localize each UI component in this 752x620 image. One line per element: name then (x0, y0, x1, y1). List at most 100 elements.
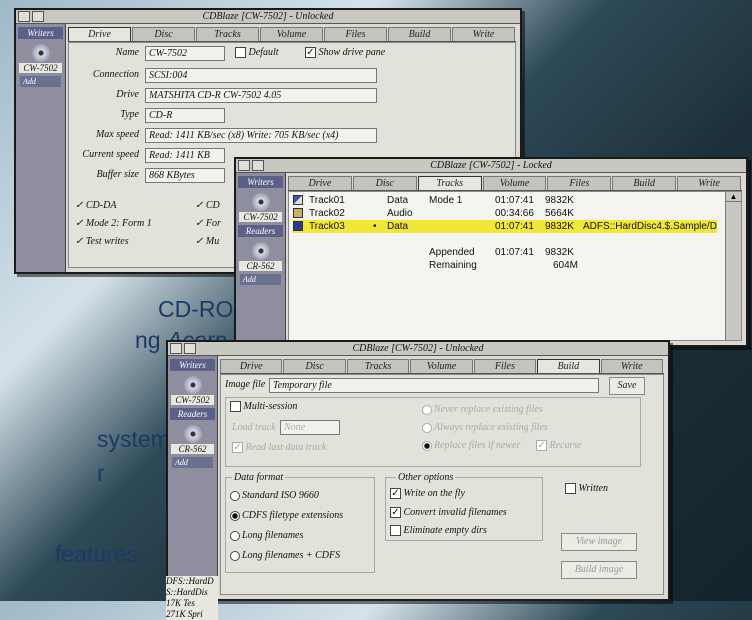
written-option[interactable]: Written (565, 483, 608, 495)
cd-writer-icon[interactable] (31, 44, 50, 62)
build-image-button[interactable]: Build image (561, 561, 637, 579)
format-option[interactable]: Standard ISO 9660 (230, 490, 319, 501)
format-option[interactable]: Long filenames + CDFS (230, 550, 340, 561)
close-icon[interactable] (32, 11, 44, 22)
image-file-label: Image file (225, 379, 266, 390)
format-option[interactable]: Long filenames (230, 530, 303, 541)
window-title: CDBlaze [CW-7502] - Unlocked (352, 343, 484, 354)
writer-drive-label[interactable]: CW-7502 (239, 212, 282, 222)
tab-tracks[interactable]: Tracks (417, 176, 482, 190)
tab-files[interactable]: Files (473, 359, 537, 373)
capability-item: ✓ CD-DA (75, 200, 117, 211)
bg-text-features: features (55, 541, 139, 567)
checkbox[interactable]: ✓ (390, 507, 401, 519)
cd-writer-icon[interactable] (183, 376, 202, 394)
load-track-field[interactable]: None (280, 420, 340, 435)
written-checkbox[interactable] (565, 483, 576, 495)
tab-tracks[interactable]: Tracks (346, 359, 410, 373)
back-icon[interactable] (18, 11, 30, 22)
tab-tracks[interactable]: Tracks (196, 27, 259, 41)
buffer-size-field: 868 KBytes (145, 168, 225, 183)
tab-drive[interactable]: Drive (220, 359, 283, 373)
type-label: Type (120, 109, 139, 120)
always-replace-option[interactable]: Always replace existing files (422, 422, 548, 433)
track-row[interactable]: Track01 Data Mode 1 01:07:41 9832K (293, 194, 717, 207)
replace-if-newer-option[interactable]: Replace files if newer (422, 440, 520, 451)
recurse-option[interactable]: ✓ Recurse (536, 440, 582, 452)
tab-disc[interactable]: Disc (352, 176, 417, 190)
default-option[interactable]: Default (235, 47, 279, 59)
scroll-up-arrow-icon[interactable]: ▲ (726, 192, 741, 202)
tab-build[interactable]: Build (612, 176, 677, 190)
connection-field: SCSI:004 (145, 68, 377, 83)
type-field: CD-R (145, 108, 225, 123)
capability-item: ✓ Mode 2: Form 1 (75, 218, 152, 229)
track-row[interactable]: Track02 Audio 00:34:66 5664K (293, 207, 717, 220)
audio-track-icon (293, 208, 303, 218)
never-replace-option[interactable]: Never replace existing files (422, 404, 543, 415)
tab-write[interactable]: Write (677, 176, 742, 190)
multi-session-checkbox[interactable] (230, 401, 241, 413)
default-label: Default (248, 47, 279, 58)
show-drive-pane-checkbox[interactable]: ✓ (305, 47, 316, 59)
view-image-button[interactable]: View image (561, 533, 637, 551)
tab-write[interactable]: Write (600, 359, 663, 373)
tab-files[interactable]: Files (324, 27, 387, 41)
title-bar[interactable]: CDBlaze [CW-7502] - Locked (236, 159, 746, 173)
tab-files[interactable]: Files (547, 176, 612, 190)
cd-writer-icon[interactable] (251, 193, 270, 211)
close-icon[interactable] (184, 343, 196, 354)
tab-disc[interactable]: Disc (132, 27, 195, 41)
add-button[interactable]: Add (20, 76, 61, 87)
track-row-selected[interactable]: Track03 • Data 01:07:41 9832K ADFS::Hard… (293, 220, 717, 233)
other-options-label: Other options (396, 472, 456, 483)
format-option[interactable]: CDFS filetype extensions (230, 510, 343, 521)
checkbox[interactable] (390, 525, 401, 537)
image-file-field[interactable]: Temporary file (269, 378, 599, 393)
tab-write[interactable]: Write (452, 27, 515, 41)
name-field[interactable]: CW-7502 (145, 46, 225, 61)
default-checkbox[interactable] (235, 47, 246, 59)
writer-drive-label[interactable]: CW-7502 (171, 395, 214, 405)
window-tracks: CDBlaze [CW-7502] - Locked Writers CW-75… (234, 157, 748, 347)
reader-drive-label[interactable]: CR-562 (171, 444, 214, 454)
checkbox[interactable]: ✓ (390, 488, 401, 500)
back-icon[interactable] (170, 343, 182, 354)
multi-session-option[interactable]: Multi-session (230, 401, 297, 413)
capabilities-list: ✓ CD-DA ✓ Mode 2: Form 1 ✓ Test writes (75, 197, 152, 251)
writer-drive-label[interactable]: CW-7502 (19, 63, 62, 73)
read-last-option[interactable]: ✓ Read last data track (232, 442, 326, 454)
tab-bar: Drive Disc Tracks Volume Files Build Wri… (288, 176, 742, 191)
tab-build[interactable]: Build (537, 359, 600, 373)
tab-drive[interactable]: Drive (68, 27, 131, 41)
tab-volume[interactable]: Volume (260, 27, 323, 41)
tab-volume[interactable]: Volume (410, 359, 473, 373)
tab-build[interactable]: Build (388, 27, 451, 41)
add-button[interactable]: Add (240, 274, 281, 285)
reader-drive-label[interactable]: CR-562 (239, 261, 282, 271)
convert-filenames-option[interactable]: ✓ Convert invalid filenames (390, 507, 507, 519)
close-icon[interactable] (252, 160, 264, 171)
title-bar[interactable]: CDBlaze [CW-7502] - Unlocked (168, 342, 668, 356)
readers-header: Readers (238, 225, 283, 237)
tab-volume[interactable]: Volume (482, 176, 547, 190)
cd-reader-icon[interactable] (251, 242, 270, 260)
eliminate-empty-dirs-option[interactable]: Eliminate empty dirs (390, 525, 487, 537)
tab-drive[interactable]: Drive (288, 176, 352, 190)
cd-reader-icon[interactable] (183, 425, 202, 443)
tab-bar: Drive Disc Tracks Volume Files Build Wri… (68, 27, 516, 42)
radio-button[interactable] (230, 550, 240, 561)
scrollbar[interactable]: ▲ (725, 192, 741, 340)
tab-disc[interactable]: Disc (283, 359, 346, 373)
title-bar[interactable]: CDBlaze [CW-7502] - Unlocked (16, 10, 520, 24)
radio-button[interactable] (230, 490, 240, 501)
write-on-the-fly-option[interactable]: ✓ Write on the fly (390, 488, 465, 500)
show-drive-pane-option[interactable]: ✓ Show drive pane (305, 47, 385, 59)
save-button[interactable]: Save (609, 377, 645, 395)
radio-button[interactable] (230, 510, 240, 521)
radio-button[interactable] (230, 530, 240, 541)
back-icon[interactable] (238, 160, 250, 171)
max-speed-label: Max speed (95, 129, 139, 140)
add-button[interactable]: Add (172, 457, 213, 468)
name-label: Name (115, 47, 139, 58)
